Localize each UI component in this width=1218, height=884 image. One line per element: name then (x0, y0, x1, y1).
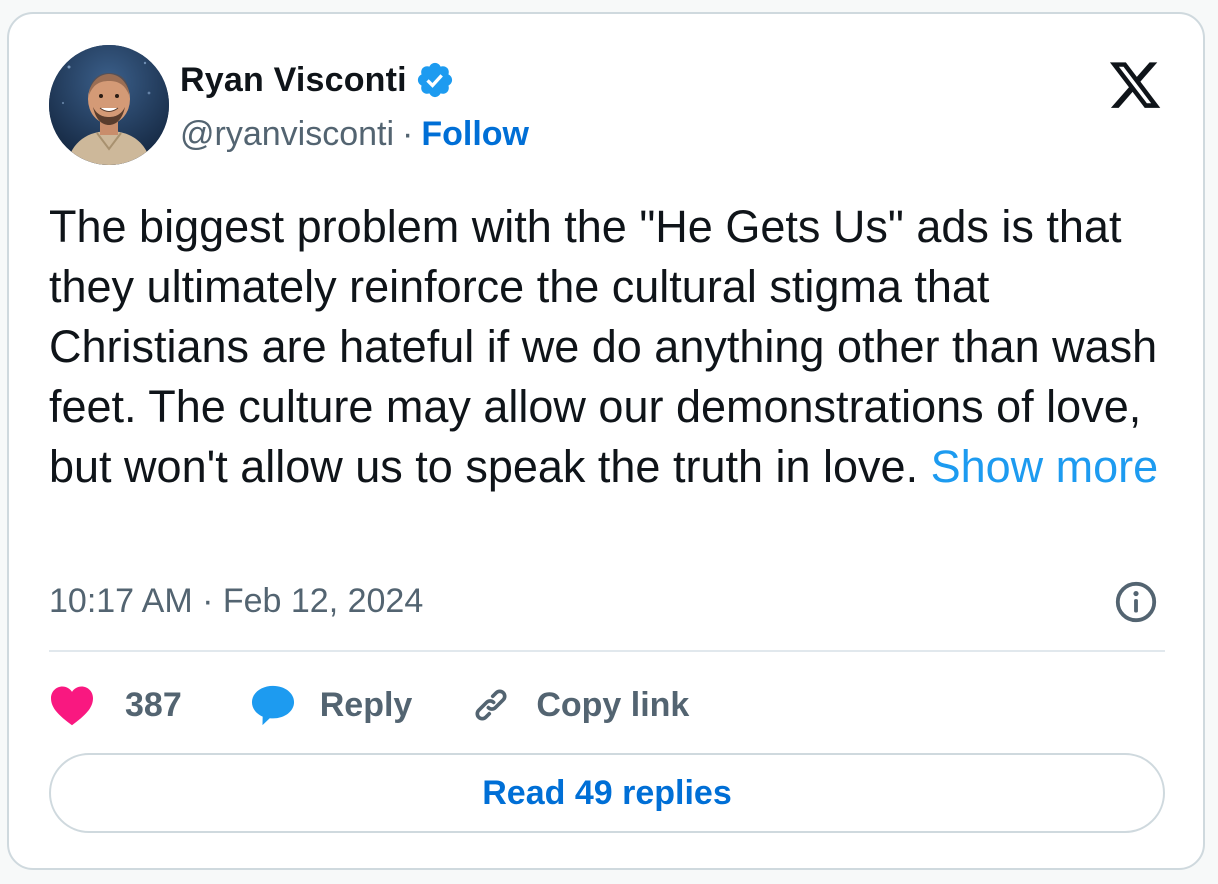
read-replies-label: Read 49 replies (482, 773, 732, 812)
divider (49, 650, 1165, 652)
tweet-timestamp-row: 10:17 AM · Feb 12, 2024 (49, 579, 423, 623)
avatar[interactable] (49, 45, 169, 165)
action-bar: 387 Reply Copy link (49, 680, 689, 730)
handle-separator: · (402, 114, 414, 153)
like-count: 387 (125, 685, 182, 724)
tweet-card: Ryan Visconti @ryanvisconti · Follow The… (7, 12, 1205, 870)
show-more-link[interactable]: Show more (931, 441, 1159, 492)
reply-bubble-icon (251, 685, 294, 726)
copy-link-button[interactable]: Copy link (470, 684, 689, 726)
author-display-name[interactable]: Ryan Visconti (180, 61, 407, 100)
author-handle-row: @ryanvisconti · Follow (180, 112, 529, 156)
follow-button[interactable]: Follow (421, 115, 529, 154)
link-icon (475, 689, 507, 721)
avatar-photo (49, 45, 169, 165)
reply-label: Reply (319, 685, 413, 724)
verified-badge-icon (417, 62, 452, 98)
tweet-timestamp[interactable]: 10:17 AM · Feb 12, 2024 (49, 582, 423, 621)
reply-button[interactable]: Reply (250, 683, 413, 727)
copy-link-label: Copy link (536, 685, 690, 724)
author-handle[interactable]: @ryanvisconti (180, 115, 394, 154)
heart-icon (51, 686, 93, 726)
tweet-text: The biggest problem with the "He Gets Us… (49, 197, 1179, 497)
author-name-row: Ryan Visconti (180, 58, 455, 102)
like-button[interactable]: 387 (49, 684, 182, 726)
x-logo-icon[interactable] (1107, 62, 1163, 114)
read-replies-button[interactable]: Read 49 replies (49, 753, 1165, 833)
info-icon[interactable] (1113, 579, 1159, 625)
